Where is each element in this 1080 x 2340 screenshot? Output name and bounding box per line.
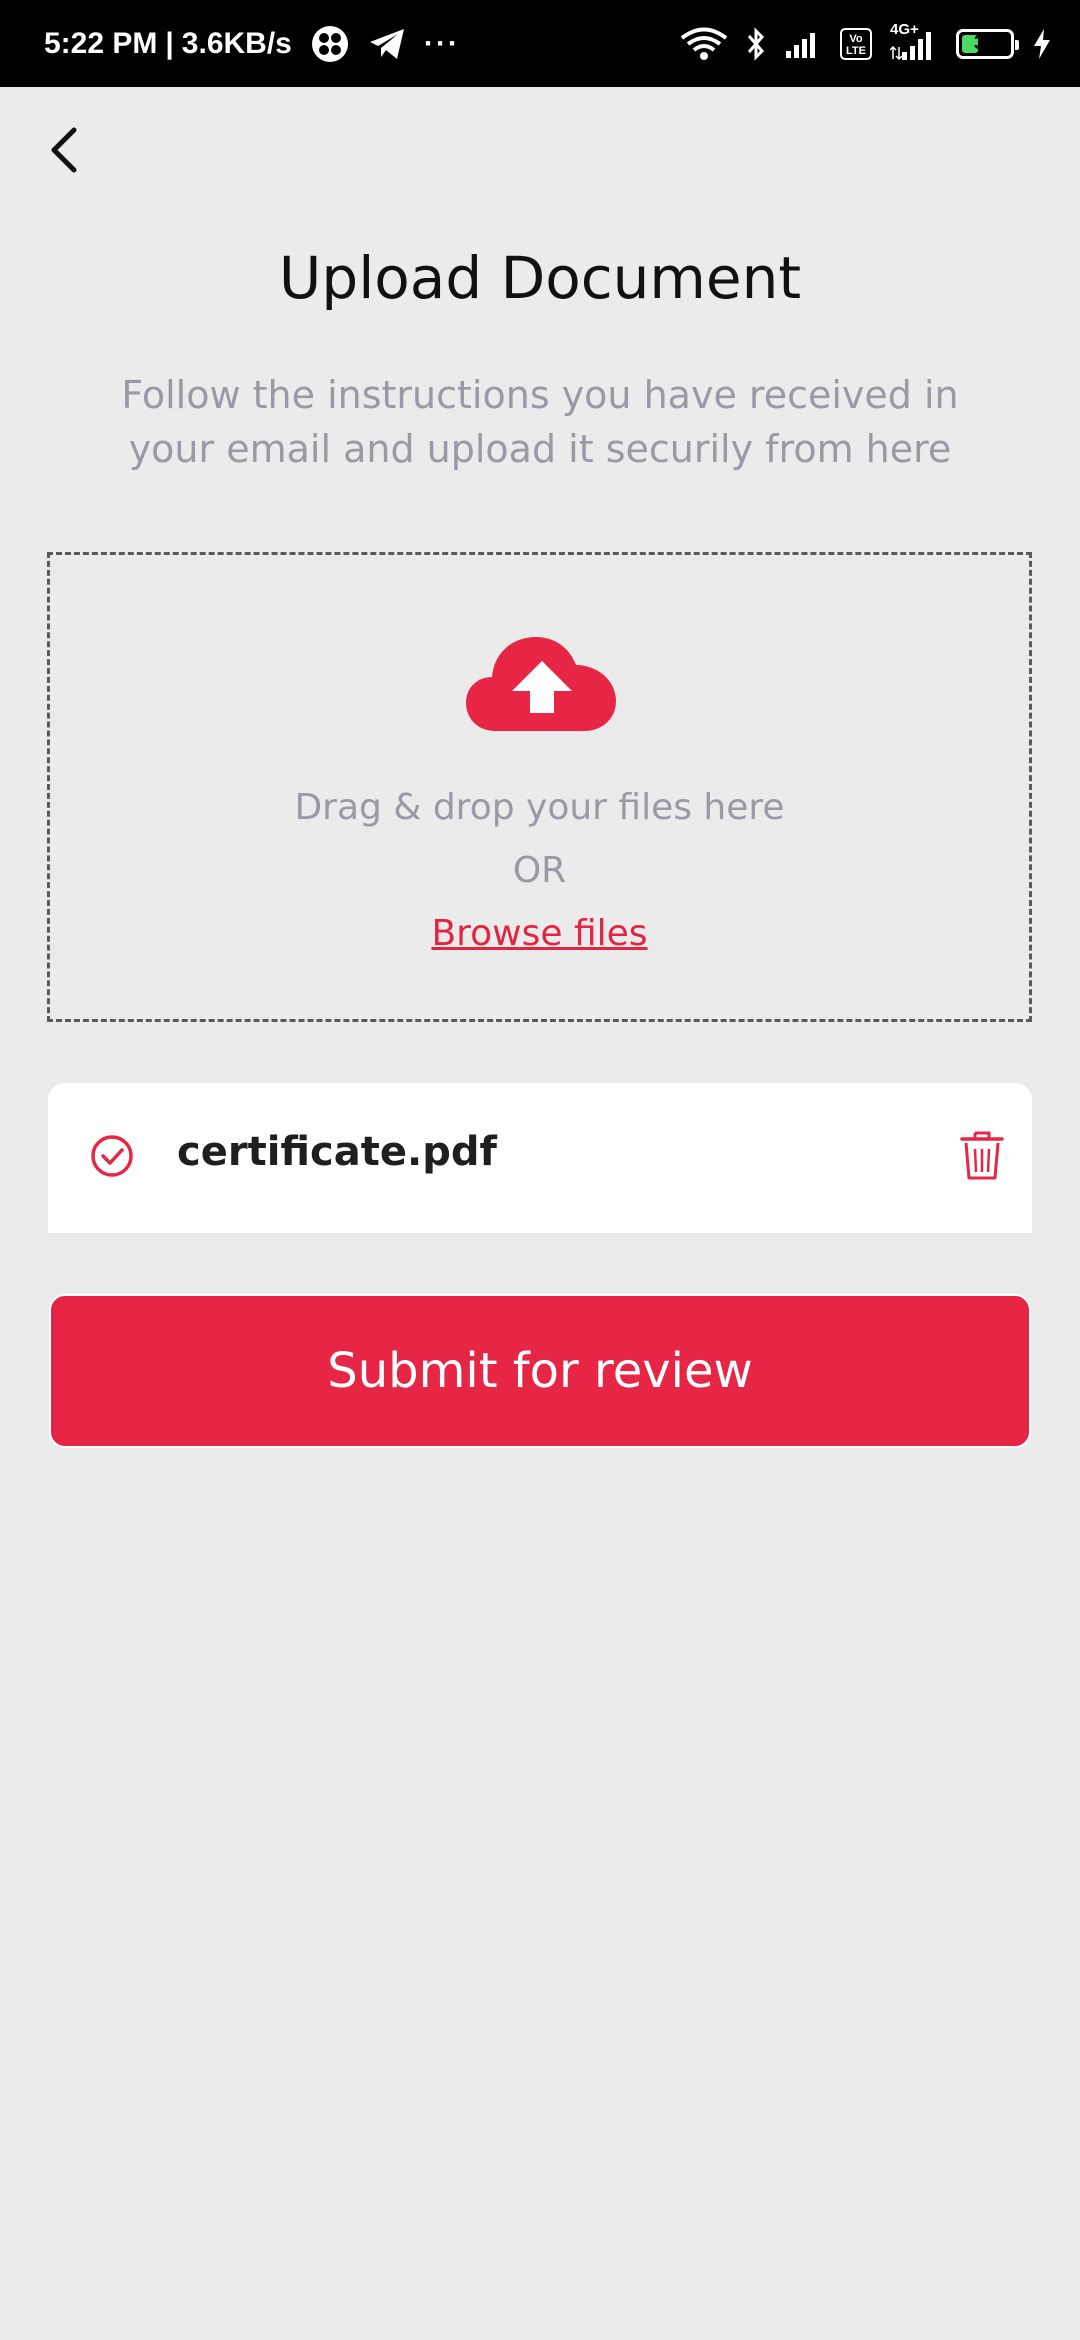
or-separator: OR xyxy=(512,850,567,891)
telegram-icon xyxy=(368,27,406,61)
status-bar: 5:22 PM | 3.6KB/s ··· Vo LTE 4G+ 34 xyxy=(0,0,1080,87)
check-circle-icon xyxy=(91,1135,133,1177)
wifi-icon xyxy=(680,27,728,61)
trash-icon[interactable] xyxy=(960,1129,1004,1181)
status-separator: | xyxy=(165,26,174,60)
cloud-upload-icon xyxy=(466,637,616,731)
file-drop-zone[interactable]: Drag & drop your files here OR Browse fi… xyxy=(47,552,1032,1022)
file-name: certificate.pdf xyxy=(177,1129,497,1175)
status-bar-right: Vo LTE 4G+ 34 xyxy=(680,0,1052,87)
page-subtitle: Follow the instructions you have receive… xyxy=(121,373,959,471)
signal-strength-4g-icon: 4G+ xyxy=(890,21,938,61)
back-button[interactable] xyxy=(36,118,96,178)
submit-for-review-button[interactable]: Submit for review xyxy=(49,1294,1031,1448)
battery-icon: 34 xyxy=(956,28,1019,59)
signal-strength-icon xyxy=(784,29,822,59)
status-bar-left: 5:22 PM | 3.6KB/s ··· xyxy=(44,0,460,87)
browse-files-link[interactable]: Browse files xyxy=(50,913,1029,954)
battery-tip xyxy=(1015,39,1019,50)
status-time: 5:22 PM xyxy=(44,26,158,60)
app-notification-icon xyxy=(310,24,350,64)
network-type-label: 4G+ xyxy=(890,20,919,38)
page-title: Upload Document xyxy=(278,244,802,312)
drag-drop-instruction: Drag & drop your files here xyxy=(294,787,785,828)
bluetooth-icon xyxy=(746,26,766,61)
battery-level: 34 xyxy=(973,32,997,54)
more-notifications-icon: ··· xyxy=(423,26,460,60)
volte-badge: Vo LTE xyxy=(840,27,872,60)
network-speed: 3.6KB/s xyxy=(181,26,292,60)
uploaded-file-item: certificate.pdf xyxy=(48,1083,1032,1233)
charging-icon xyxy=(1032,28,1052,60)
chevron-left-icon xyxy=(51,127,77,173)
